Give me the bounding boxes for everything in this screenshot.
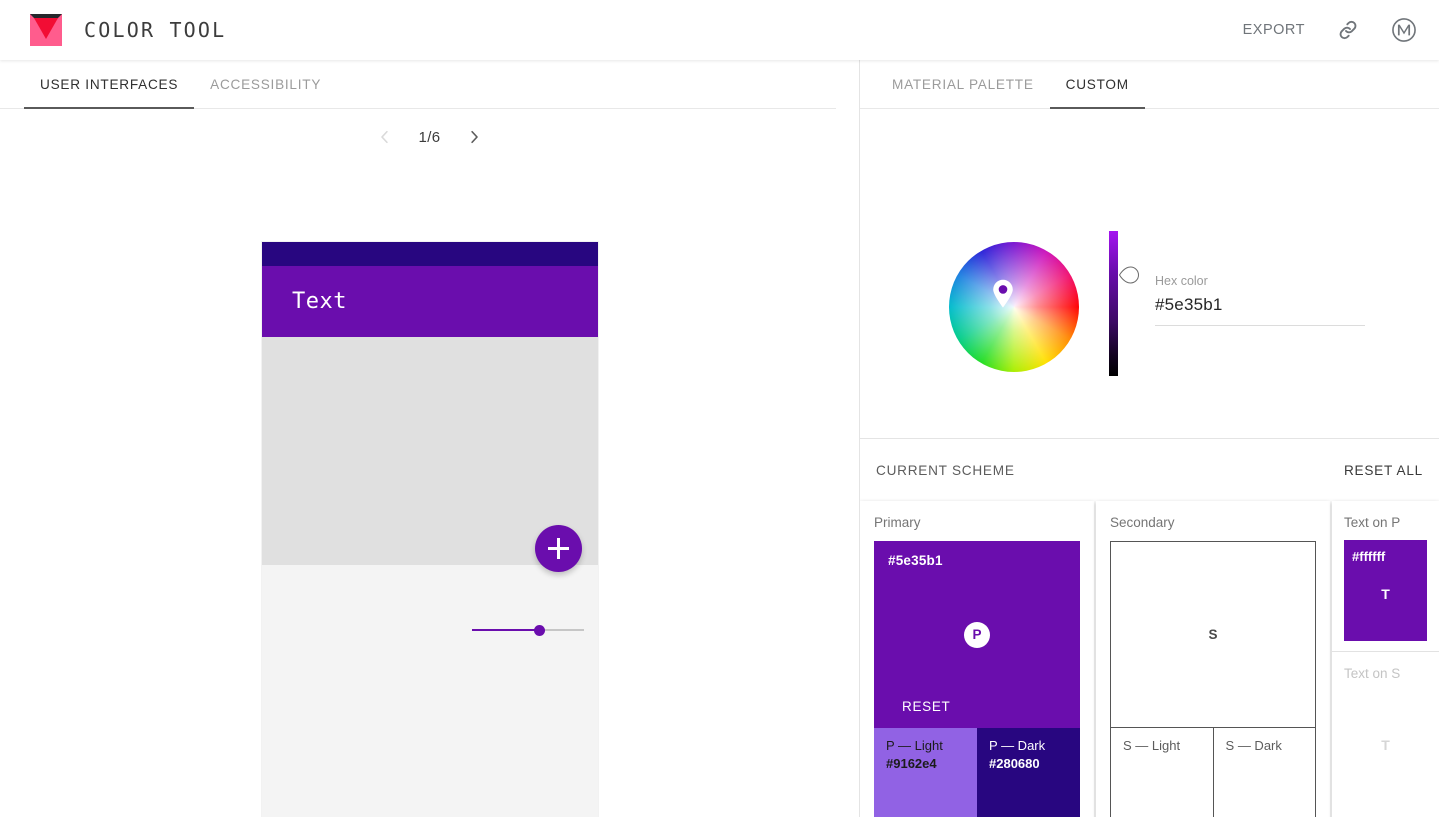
preview-tabs: USER INTERFACES ACCESSIBILITY bbox=[0, 60, 836, 109]
header-actions: EXPORT bbox=[1243, 17, 1417, 43]
preview-panel: USER INTERFACES ACCESSIBILITY 1/6 Text bbox=[0, 60, 860, 817]
page-title: COLOR TOOL bbox=[84, 18, 227, 42]
tab-user-interfaces[interactable]: USER INTERFACES bbox=[24, 60, 195, 109]
primary-swatch-hex: #5e35b1 bbox=[888, 553, 943, 568]
primary-light-name: P — Light bbox=[886, 738, 943, 753]
color-tool-app: COLOR TOOL EXPORT USER INTERFACES ACCESS… bbox=[0, 0, 1439, 817]
palette-panel: MATERIAL PALETTE CUSTOM Hex color #5e35b… bbox=[860, 60, 1439, 817]
text-color-cards: Text on P #ffffff T Text on S T bbox=[1332, 501, 1439, 817]
primary-dark-name: P — Dark bbox=[989, 738, 1046, 753]
hex-color-label: Hex color bbox=[1155, 274, 1208, 288]
brightness-pin-marker-icon[interactable] bbox=[1118, 264, 1140, 286]
brightness-slider[interactable] bbox=[1109, 231, 1118, 376]
primary-dark-swatch[interactable]: P — Dark #280680 bbox=[977, 728, 1081, 817]
color-wheel[interactable] bbox=[949, 242, 1079, 372]
preview-status-bar bbox=[262, 242, 598, 266]
primary-light-swatch[interactable]: P — Light #9162e4 bbox=[874, 728, 978, 817]
link-icon[interactable] bbox=[1335, 17, 1361, 43]
text-on-primary-badge: T bbox=[1381, 585, 1390, 602]
hex-color-field[interactable]: Hex color #5e35b1 bbox=[1155, 274, 1365, 326]
material-design-logo-icon[interactable] bbox=[1391, 17, 1417, 43]
secondary-dark-swatch[interactable]: S — Dark bbox=[1214, 728, 1317, 817]
pager-label: 1/6 bbox=[418, 128, 441, 146]
tab-material-palette[interactable]: MATERIAL PALETTE bbox=[876, 60, 1050, 108]
current-scheme-header: CURRENT SCHEME RESET ALL bbox=[860, 439, 1439, 501]
text-on-secondary-badge: T bbox=[1381, 736, 1390, 753]
chevron-right-icon[interactable] bbox=[463, 126, 485, 148]
primary-variants: P — Light #9162e4 P — Dark #280680 bbox=[874, 728, 1081, 817]
secondary-swatch[interactable]: S bbox=[1110, 541, 1317, 728]
export-button[interactable]: EXPORT bbox=[1243, 22, 1305, 38]
text-on-primary-card: Text on P #ffffff T bbox=[1332, 501, 1439, 651]
primary-swatch-badge: P bbox=[964, 621, 990, 648]
wheel-pin-marker-icon[interactable] bbox=[992, 279, 1014, 308]
secondary-light-swatch[interactable]: S — Light bbox=[1110, 728, 1214, 817]
slider-fill bbox=[472, 629, 539, 631]
text-on-primary-swatch[interactable]: #ffffff T bbox=[1344, 540, 1427, 641]
current-scheme-title: CURRENT SCHEME bbox=[876, 462, 1015, 478]
scheme-cards: Primary #5e35b1 P RESET P — Light #9162e… bbox=[860, 501, 1439, 817]
text-on-primary-hex: #ffffff bbox=[1352, 549, 1386, 564]
preview-slider[interactable] bbox=[472, 625, 584, 636]
app-header: COLOR TOOL EXPORT bbox=[0, 0, 1439, 60]
reset-all-button[interactable]: RESET ALL bbox=[1344, 463, 1423, 478]
secondary-variants: S — Light S — Dark bbox=[1110, 728, 1317, 817]
primary-dark-hex: #280680 bbox=[989, 756, 1040, 771]
secondary-swatch-badge: S bbox=[1208, 627, 1218, 642]
preview-fab-button[interactable] bbox=[535, 525, 582, 572]
text-on-secondary-card: Text on S T bbox=[1332, 651, 1439, 802]
secondary-color-card: Secondary S S — Light S — Dark bbox=[1096, 501, 1331, 817]
tab-custom[interactable]: CUSTOM bbox=[1049, 60, 1145, 109]
secondary-card-label: Secondary bbox=[1110, 515, 1175, 530]
plus-icon bbox=[548, 538, 569, 559]
chevron-left-icon[interactable] bbox=[374, 126, 396, 148]
primary-card-label: Primary bbox=[874, 515, 921, 530]
primary-swatch[interactable]: #5e35b1 P RESET bbox=[874, 541, 1081, 728]
preview-sheet-area bbox=[262, 565, 598, 817]
text-on-secondary-swatch[interactable]: T bbox=[1344, 691, 1427, 792]
slider-thumb[interactable] bbox=[534, 625, 545, 636]
hex-color-input[interactable]: #5e35b1 bbox=[1155, 295, 1365, 326]
primary-light-hex: #9162e4 bbox=[886, 756, 937, 771]
secondary-dark-name: S — Dark bbox=[1225, 738, 1282, 753]
text-on-secondary-label: Text on S bbox=[1344, 666, 1401, 681]
color-tool-logo-icon bbox=[30, 14, 62, 46]
preview-pager: 1/6 bbox=[0, 126, 859, 148]
primary-reset-button[interactable]: RESET bbox=[902, 699, 951, 714]
primary-color-card: Primary #5e35b1 P RESET P — Light #9162e… bbox=[860, 501, 1095, 817]
tab-accessibility[interactable]: ACCESSIBILITY bbox=[194, 60, 337, 108]
preview-app-bar-title: Text bbox=[292, 289, 347, 314]
color-picker: Hex color #5e35b1 bbox=[860, 109, 1439, 439]
secondary-light-name: S — Light bbox=[1123, 738, 1181, 753]
palette-tabs: MATERIAL PALETTE CUSTOM bbox=[860, 60, 1439, 109]
preview-app-bar: Text bbox=[262, 266, 598, 337]
text-on-primary-label: Text on P bbox=[1344, 515, 1401, 530]
